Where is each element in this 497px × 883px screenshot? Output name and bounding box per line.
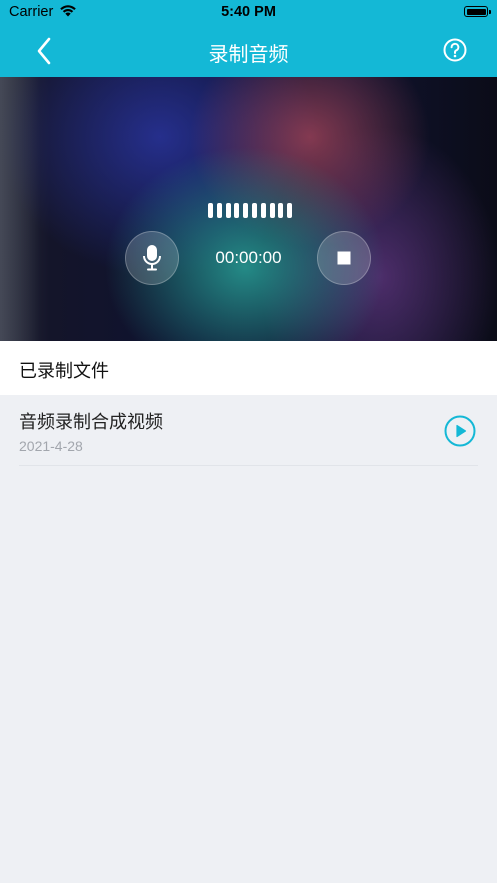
divider xyxy=(19,465,478,466)
level-bar xyxy=(251,203,257,218)
section-title: 已录制文件 xyxy=(19,361,109,382)
list-item[interactable]: 音频录制合成视频 2021-4-28 xyxy=(0,395,497,466)
level-bar xyxy=(216,203,222,218)
level-bar xyxy=(287,203,293,218)
recorder-panel: 00:00:00 xyxy=(0,77,497,341)
status-time: 5:40 PM xyxy=(221,4,276,20)
recording-date: 2021-4-28 xyxy=(19,438,83,454)
level-bar xyxy=(208,203,213,218)
play-button[interactable] xyxy=(444,415,476,447)
page-title: 录制音频 xyxy=(208,42,289,66)
audio-level-meter xyxy=(208,203,293,218)
stop-icon xyxy=(337,251,351,265)
recording-title: 音频录制合成视频 xyxy=(19,412,163,433)
level-bar xyxy=(234,203,240,218)
stop-button[interactable] xyxy=(317,231,371,285)
recording-timer: 00:00:00 xyxy=(215,248,282,267)
status-bar: Carrier 5:40 PM xyxy=(0,0,497,26)
level-bar xyxy=(243,203,249,218)
recorded-files-header: 已录制文件 xyxy=(0,341,497,395)
help-circle-icon xyxy=(443,38,467,62)
level-bar xyxy=(278,203,284,218)
battery-icon xyxy=(464,6,491,17)
nav-bar: 录制音频 xyxy=(0,26,497,77)
hero-background xyxy=(0,77,40,341)
header-bar: Carrier 5:40 PM 录制音频 xyxy=(0,0,497,77)
play-circle-icon xyxy=(444,415,476,447)
level-bar xyxy=(225,203,231,218)
level-bar xyxy=(269,203,275,218)
help-button[interactable] xyxy=(443,38,467,62)
level-bar xyxy=(260,203,266,218)
